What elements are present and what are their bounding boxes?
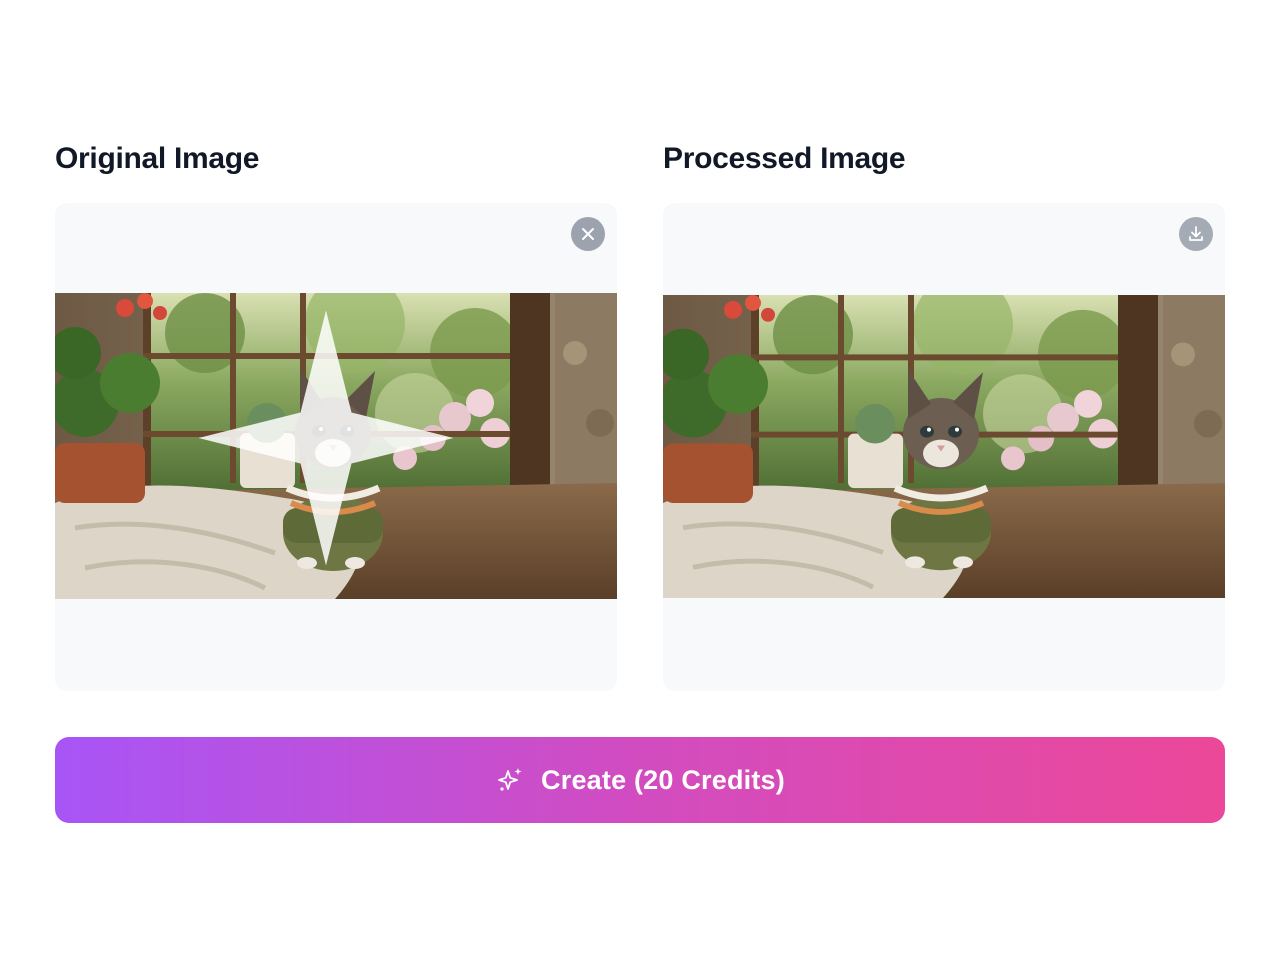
remove-image-button[interactable] xyxy=(571,217,605,251)
processed-image-title: Processed Image xyxy=(663,142,906,175)
processed-image-panel xyxy=(663,203,1225,691)
download-icon xyxy=(1189,226,1203,241)
processed-image-art xyxy=(663,295,1225,598)
close-icon xyxy=(582,228,594,240)
processed-image xyxy=(663,295,1225,598)
create-button[interactable]: Create (20 Credits) xyxy=(55,737,1225,823)
original-image-title: Original Image xyxy=(55,142,260,175)
sparkle-watermark-icon xyxy=(198,310,454,566)
original-image-panel xyxy=(55,203,617,691)
original-image xyxy=(55,293,617,599)
create-button-label: Create (20 Credits) xyxy=(541,764,785,795)
image-processor: Original Image Processed Image Create (2… xyxy=(0,0,1280,960)
download-image-button[interactable] xyxy=(1179,217,1213,251)
sparkles-icon xyxy=(498,768,522,791)
